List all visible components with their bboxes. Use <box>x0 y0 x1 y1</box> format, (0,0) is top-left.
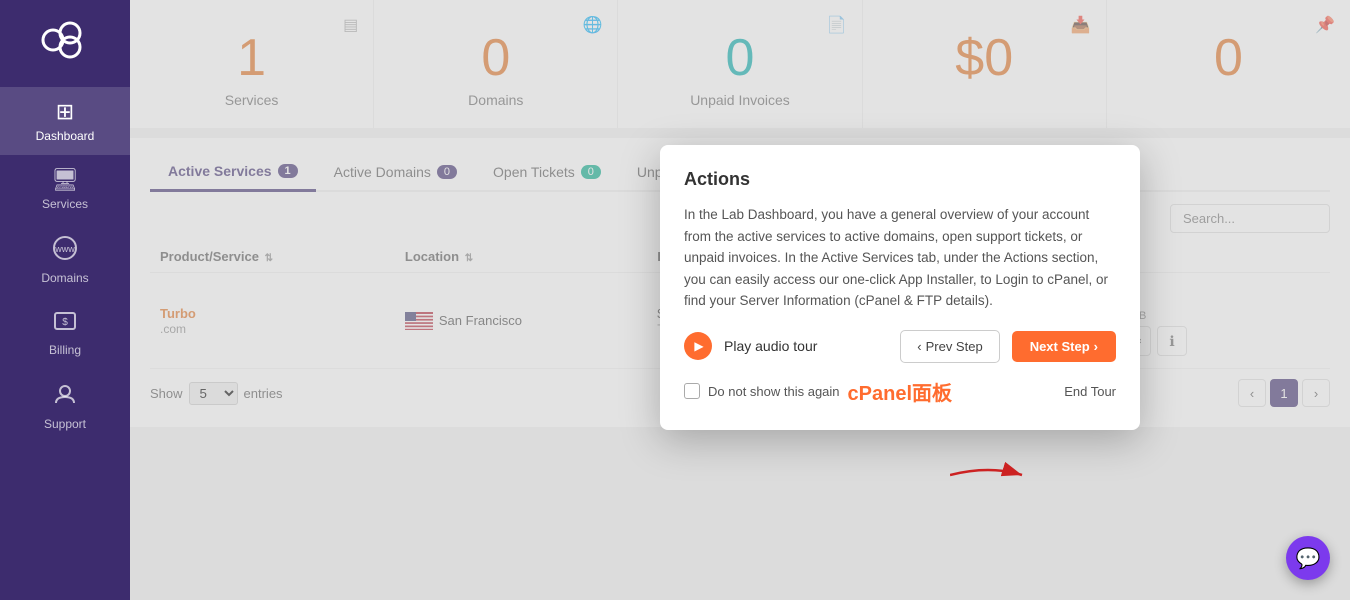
sidebar-item-label: Dashboard <box>36 129 95 143</box>
sidebar-item-support[interactable]: Support <box>0 369 130 443</box>
play-icon: ▶ <box>694 339 703 353</box>
svg-text:$: $ <box>62 317 68 328</box>
cpanel-annotation-text: cPanel面板 <box>848 377 952 406</box>
chat-bubble-button[interactable]: 💬 <box>1286 536 1330 580</box>
popup-audio-row: ▶ Play audio tour ‹ Prev Step Next Step … <box>684 330 1116 363</box>
popup-footer-row: Do not show this again cPanel面板 End Tour <box>684 377 1116 406</box>
sidebar-item-label: Billing <box>49 343 81 357</box>
popup-title: Actions <box>684 169 1116 190</box>
red-arrow-annotation <box>950 460 1030 490</box>
sidebar-item-billing[interactable]: $ Billing <box>0 297 130 369</box>
sidebar-item-domains[interactable]: www Domains <box>0 223 130 297</box>
prev-step-button[interactable]: ‹ Prev Step <box>900 330 999 363</box>
sidebar-item-label: Support <box>44 417 86 431</box>
popup-body: In the Lab Dashboard, you have a general… <box>684 204 1116 312</box>
sidebar-item-dashboard[interactable]: ⊞ Dashboard <box>0 87 130 155</box>
dont-show-label: Do not show this again <box>708 384 840 399</box>
play-audio-label: Play audio tour <box>724 338 817 354</box>
dont-show-checkbox[interactable] <box>684 383 700 399</box>
main-content: ▤ 1 Services 🌐 0 Domains 📄 0 Unpaid Invo… <box>130 0 1350 600</box>
sidebar-item-label: Services <box>42 197 88 211</box>
chat-icon: 💬 <box>1296 546 1321 571</box>
sidebar-item-label: Domains <box>41 271 88 285</box>
next-step-button[interactable]: Next Step › <box>1012 331 1116 362</box>
sidebar-logo <box>30 10 100 77</box>
dashboard-icon: ⊞ <box>56 99 74 125</box>
services-icon: 🖥 <box>51 167 79 193</box>
sidebar-item-services[interactable]: 🖥 Services <box>0 155 130 223</box>
support-icon <box>52 381 78 413</box>
billing-icon: $ <box>53 309 77 339</box>
next-chevron-icon: › <box>1094 339 1098 354</box>
domains-icon: www <box>52 235 78 267</box>
dont-show-row: Do not show this again cPanel面板 <box>684 377 952 406</box>
svg-text:www: www <box>54 244 75 254</box>
play-audio-button[interactable]: ▶ <box>684 332 712 360</box>
end-tour-button[interactable]: End Tour <box>1064 384 1116 399</box>
prev-chevron-icon: ‹ <box>917 339 921 354</box>
sidebar: ⊞ Dashboard 🖥 Services www Domains $ Bil… <box>0 0 130 600</box>
actions-popup: Actions In the Lab Dashboard, you have a… <box>660 145 1140 430</box>
red-arrow-svg <box>950 460 1030 490</box>
